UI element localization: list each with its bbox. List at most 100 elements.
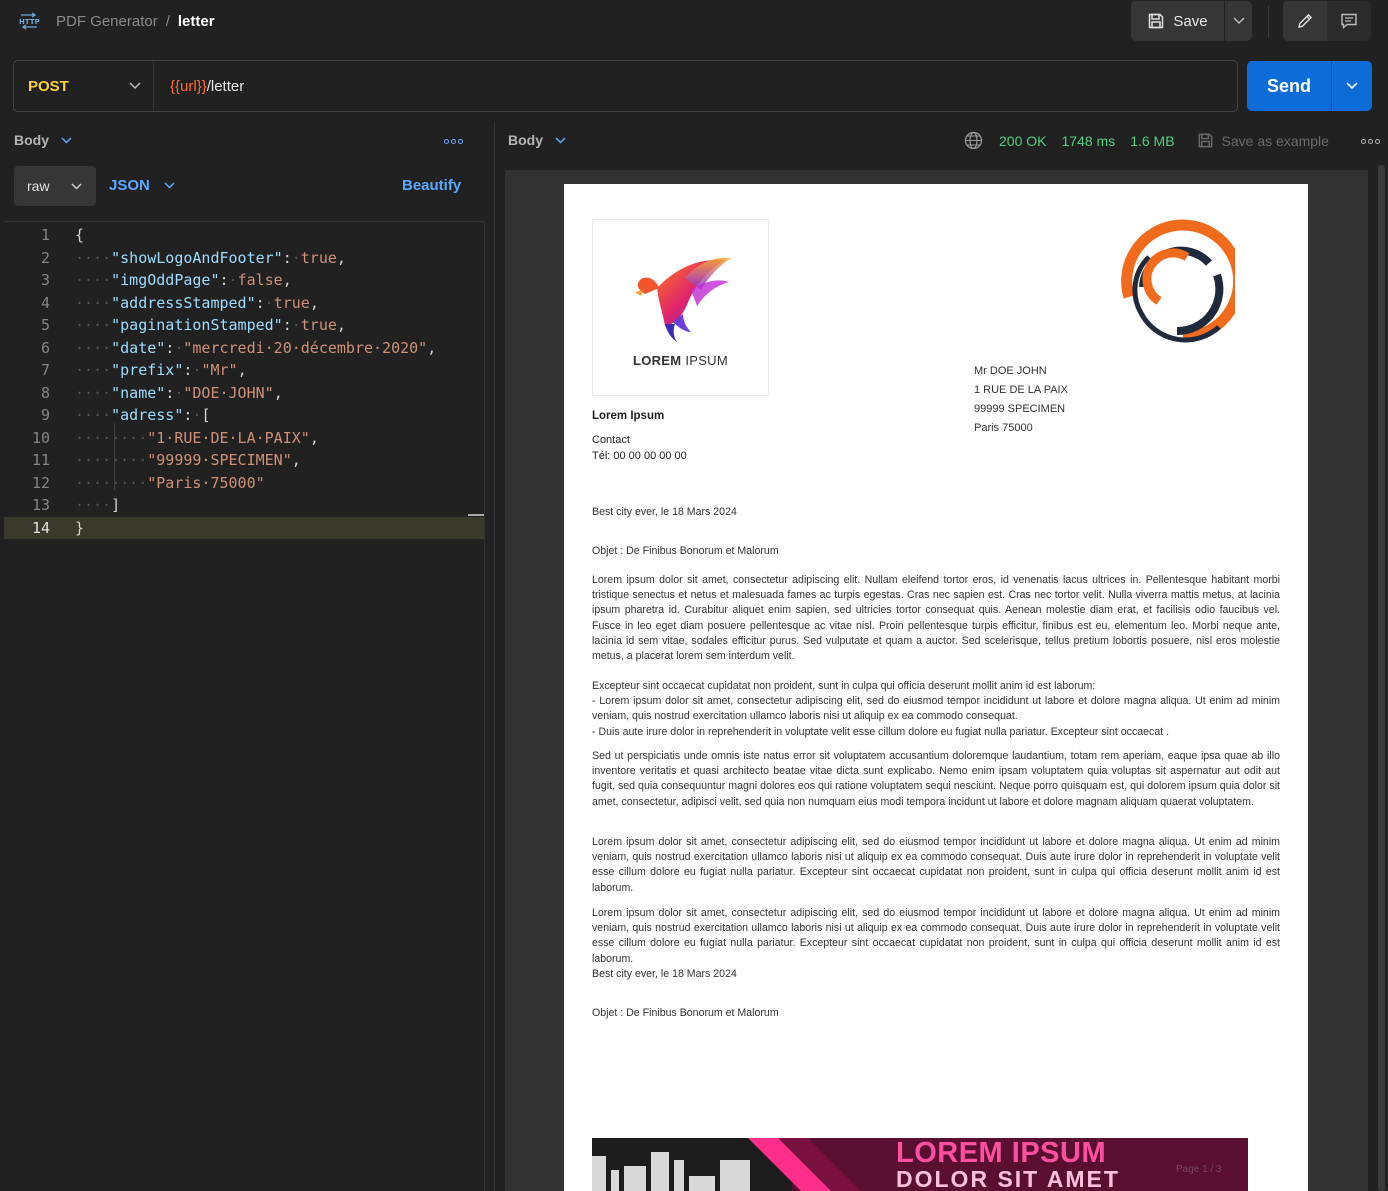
code-line[interactable]: 2 ····"showLogoAndFooter":·true, [4,247,484,270]
svg-text:HTTP: HTTP [19,18,40,26]
code-line[interactable]: 5 ····"paginationStamped":·true, [4,314,484,337]
code-line[interactable]: 6 ····"date":·"mercredi·20·décembre·2020"… [4,337,484,360]
request-body-selector[interactable]: Body [14,132,72,148]
code-text: ····"showLogoAndFooter":·true, [75,248,346,267]
code-line[interactable]: 8 ····"name":·"DOE·JOHN", [4,382,484,405]
more-options-icon[interactable] [444,139,463,144]
body-mode-label: raw [27,178,50,194]
code-text: ····"name":·"DOE·JOHN", [75,383,283,402]
code-line[interactable]: 9 ····"adress":·[ [4,404,484,427]
top-bar: HTTP PDF Generator / letter Save [0,0,1388,44]
scroll-indicator [468,514,484,516]
response-body-title: Body [508,132,543,148]
code-line[interactable]: 10 ········"1·RUE·DE·LA·PAIX", [4,427,484,450]
line-number: 8 [40,383,50,402]
chevron-down-icon [71,182,82,190]
pdf-page: LOREM IPSUM Mr DOE JOHN 1 RUE DE LA PAIX… [564,184,1308,1191]
code-editor[interactable]: 1{2 ····"showLogoAndFooter":·true, 3 ····"i… [4,221,485,1191]
banner-subtitle: DOLOR SIT AMET [896,1166,1120,1191]
line-number: 11 [31,451,50,469]
save-icon [1149,13,1164,29]
code-text: ····"paginationStamped":·true, [75,316,346,334]
response-body-selector[interactable]: Body [508,132,566,148]
response-time[interactable]: 1748 ms [1061,133,1115,149]
status-code[interactable]: 200 OK [999,133,1046,149]
paragraph-5: Lorem ipsum dolor sit amet, consectetur … [592,907,1280,980]
beautify-button[interactable]: Beautify [402,177,461,194]
pdf-viewer[interactable]: LOREM IPSUM Mr DOE JOHN 1 RUE DE LA PAIX… [505,170,1368,1191]
chevron-down-icon [1232,17,1245,25]
line-number: 2 [40,248,50,267]
globe-icon[interactable] [964,131,983,150]
more-options-icon[interactable] [1361,139,1380,144]
body-mode-select[interactable]: raw [14,166,96,206]
code-line[interactable]: 12 ········"Paris·75000" [4,472,484,495]
url-input[interactable]: {{url}}/letter [154,78,244,95]
code-text: ····"addressStamped":·true, [75,293,319,312]
line-number: 10 [31,428,50,447]
breadcrumb-collection[interactable]: PDF Generator [56,13,158,30]
line-number: 12 [31,473,50,492]
code-text: { [75,226,85,244]
code-line[interactable]: 11 ········"99999·SPECIMEN", [4,449,484,472]
send-options-button[interactable] [1331,61,1372,111]
code-line[interactable]: 1{ [4,224,484,247]
breadcrumb-request-name[interactable]: letter [178,13,215,30]
vertical-scrollbar[interactable] [1378,165,1385,1191]
comments-button[interactable] [1327,1,1371,41]
pane-divider[interactable] [494,122,495,1191]
method-label: POST [28,77,69,95]
code-text: ····"imgOddPage":·false, [75,271,292,289]
url-variable: {{url}} [170,77,207,95]
code-line[interactable]: 7 ····"prefix":·"Mr", [4,359,484,382]
save-as-example-button[interactable]: Save as example [1197,132,1329,149]
body-format-select[interactable]: JSON [109,177,175,194]
indent-guide [114,423,115,490]
paragraph-2: Excepteur sint occaecat cupidatat non pr… [592,680,1280,738]
city-skyline-icon [592,1152,750,1191]
date-line: Best city ever, le 18 Mars 2024 [592,506,737,518]
chevron-down-icon [555,136,566,144]
divider [1268,6,1269,38]
save-icon [1198,133,1212,148]
code-text: ········"99999·SPECIMEN", [75,451,301,469]
code-line[interactable]: 4 ····"addressStamped":·true, [4,292,484,315]
save-label: Save [1173,12,1208,30]
paragraph-4: Lorem ipsum dolor sit amet, consectetur … [592,836,1280,894]
code-line[interactable]: 3 ····"imgOddPage":·false, [4,269,484,292]
page-number: Page 1 / 3 [1176,1164,1222,1175]
http-icon: HTTP [18,12,40,30]
code-line[interactable]: 14} [4,516,484,539]
url-path: /letter [206,77,245,95]
object-line: Objet : De Finibus Bonorum et Malorum [592,545,779,557]
response-meta: 200 OK 1748 ms 1.6 MB Save as example [964,131,1329,150]
chevron-down-icon [129,82,141,90]
code-text: ········"Paris·75000" [75,473,265,492]
save-button[interactable]: Save [1131,1,1224,41]
company-logo: LOREM IPSUM [592,219,769,396]
edit-button[interactable] [1283,1,1327,41]
line-number: 14 [31,518,50,537]
object-line-2: Objet : De Finibus Bonorum et Malorum [592,1007,779,1019]
code-text: ········"1·RUE·DE·LA·PAIX", [75,428,319,447]
code-text: ····"date":·"mercredi·20·décembre·2020", [75,338,437,357]
paragraph-1: Lorem ipsum dolor sit amet, consectetur … [592,574,1280,663]
save-group: Save [1131,1,1252,41]
line-number: 6 [40,338,50,357]
logo-text: LOREM IPSUM [632,353,729,368]
line-number: 3 [40,271,50,289]
code-text: ····] [75,496,121,514]
send-button[interactable]: Send [1247,61,1331,111]
chevron-down-icon [61,136,72,144]
banner-title: LOREM IPSUM [896,1138,1107,1169]
chevron-down-icon [1346,82,1358,90]
response-size[interactable]: 1.6 MB [1130,133,1174,149]
line-number: 4 [40,293,50,312]
code-text: } [75,518,85,537]
code-text: ····"prefix":·"Mr", [75,361,247,379]
method-select[interactable]: POST [14,61,154,111]
code-line[interactable]: 13 ····] [4,494,484,517]
send-group: Send [1247,61,1372,111]
save-options-button[interactable] [1224,1,1252,41]
comment-icon [1341,13,1357,30]
